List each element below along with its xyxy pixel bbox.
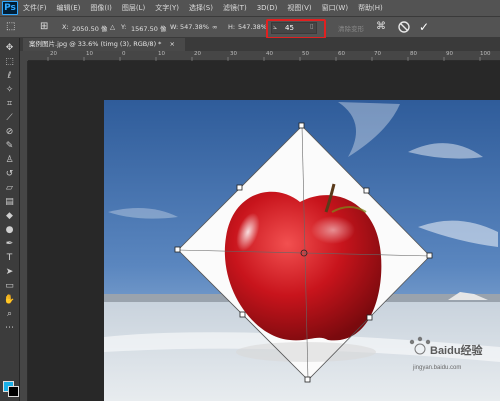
- link-icon[interactable]: ∞: [212, 23, 217, 31]
- menu-layer[interactable]: 图层(L): [117, 3, 150, 13]
- transform-tool-icon[interactable]: ⬚: [6, 21, 15, 33]
- app-logo: Ps: [2, 1, 18, 15]
- commit-transform-icon[interactable]: ✓: [419, 20, 429, 34]
- y-label: Y:: [121, 23, 127, 31]
- ruler-ticks-graphic: [47, 57, 481, 61]
- menu-select[interactable]: 选择(S): [184, 3, 218, 13]
- eraser-tool-icon[interactable]: ▱: [3, 182, 16, 194]
- w-label: W:: [170, 23, 179, 31]
- canvas-area[interactable]: Baidu经验 jingyan.baidu.com: [28, 62, 500, 401]
- more-tools-icon[interactable]: ⋯: [3, 322, 16, 334]
- menu-filter[interactable]: 滤镜(T): [218, 3, 252, 13]
- crop-tool-icon[interactable]: ⌗: [3, 98, 16, 110]
- ruler-tick-label: 100: [480, 51, 491, 57]
- magic-wand-tool-icon[interactable]: ✧: [3, 84, 16, 96]
- warp-mode-icon[interactable]: ⌘: [376, 21, 386, 33]
- menu-bar: Ps 文件(F) 编辑(E) 图像(I) 图层(L) 文字(Y) 选择(S) 滤…: [0, 0, 500, 16]
- document-canvas[interactable]: Baidu经验 jingyan.baidu.com: [28, 62, 500, 401]
- healing-brush-tool-icon[interactable]: ⊘: [3, 126, 16, 138]
- type-tool-icon[interactable]: T: [3, 252, 16, 264]
- move-tool-icon[interactable]: ✥: [3, 42, 16, 54]
- gradient-tool-icon[interactable]: ▤: [3, 196, 16, 208]
- ruler-tick-label: 10: [86, 51, 93, 57]
- eyedropper-tool-icon[interactable]: ⟋: [3, 112, 16, 124]
- menu-image[interactable]: 图像(I): [85, 3, 117, 13]
- ruler-tick-label: 70: [374, 51, 381, 57]
- menu-help[interactable]: 帮助(H): [353, 3, 388, 13]
- ruler-tick-label: 20: [50, 51, 57, 57]
- reference-point-icon[interactable]: ⊞: [40, 21, 48, 33]
- path-selection-tool-icon[interactable]: ➤: [3, 266, 16, 278]
- document-tab[interactable]: 案例图片.jpg @ 33.6% (timg (3), RGB/8) * ×: [23, 38, 185, 51]
- clone-stamp-tool-icon[interactable]: ♙: [3, 154, 16, 166]
- ruler-tick-label: 90: [446, 51, 453, 57]
- y-value[interactable]: 1567.50 像: [131, 23, 166, 33]
- photoshop-window: Ps 文件(F) 编辑(E) 图像(I) 图层(L) 文字(Y) 选择(S) 滤…: [0, 0, 500, 401]
- watermark-subtext: jingyan.baidu.com: [412, 365, 461, 371]
- document-tab-title: 案例图片.jpg @ 33.6% (timg (3), RGB/8) *: [29, 40, 162, 48]
- menu-3d[interactable]: 3D(D): [252, 4, 283, 12]
- pen-tool-icon[interactable]: ✒: [3, 238, 16, 250]
- close-tab-icon[interactable]: ×: [170, 40, 175, 48]
- cancel-transform-icon[interactable]: [397, 20, 411, 34]
- menu-file[interactable]: 文件(F): [18, 3, 52, 13]
- brush-tool-icon[interactable]: ✎: [3, 140, 16, 152]
- options-bar: ⬚ ⊞ X: 2050.50 像 △ Y: 1567.50 像 W: 547.3…: [0, 16, 500, 39]
- watermark-text: Baidu经验: [430, 343, 484, 357]
- ruler-tick-label: 60: [338, 51, 345, 57]
- vertical-ruler[interactable]: [20, 61, 28, 401]
- shape-tool-icon[interactable]: ▭: [3, 280, 16, 292]
- tools-panel: ✥ ⬚ ℓ ✧ ⌗ ⟋ ⊘ ✎ ♙ ↺ ▱ ▤ ◆ ● ✒ T ➤ ▭ ✋ ⌕ …: [0, 38, 20, 401]
- ruler-tick-label: 50: [302, 51, 309, 57]
- ruler-tick-label: 30: [230, 51, 237, 57]
- interpolation-label[interactable]: 清除变形: [338, 23, 364, 33]
- background-color-swatch[interactable]: [8, 386, 19, 397]
- skew-icon[interactable]: ▯: [310, 22, 314, 30]
- history-brush-tool-icon[interactable]: ↺: [3, 168, 16, 180]
- menu-window[interactable]: 窗口(W): [317, 3, 353, 13]
- x-label: X:: [62, 23, 69, 31]
- marquee-tool-icon[interactable]: ⬚: [3, 56, 16, 68]
- ruler-tick-label: 10: [158, 51, 165, 57]
- zoom-tool-icon[interactable]: ⌕: [3, 308, 16, 320]
- menu-type[interactable]: 文字(Y): [150, 3, 184, 13]
- horizontal-ruler[interactable]: 20 10 0 10 20 30 40 50 60 70 80 90 100: [28, 51, 500, 61]
- ruler-corner: [20, 51, 28, 61]
- blur-tool-icon[interactable]: ◆: [3, 210, 16, 222]
- delta-icon[interactable]: △: [110, 23, 115, 31]
- w-value[interactable]: 547.38%: [180, 23, 209, 31]
- h-label: H:: [228, 23, 236, 31]
- ruler-tick-label: 20: [194, 51, 201, 57]
- lasso-tool-icon[interactable]: ℓ: [3, 70, 16, 82]
- menu-view[interactable]: 视图(V): [282, 3, 316, 13]
- h-value[interactable]: 547.38%: [238, 23, 267, 31]
- menu-edit[interactable]: 编辑(E): [52, 3, 86, 13]
- hand-tool-icon[interactable]: ✋: [3, 294, 16, 306]
- document-tab-bar: 案例图片.jpg @ 33.6% (timg (3), RGB/8) * ×: [20, 38, 500, 51]
- x-value[interactable]: 2050.50 像: [72, 23, 107, 33]
- dodge-tool-icon[interactable]: ●: [3, 224, 16, 236]
- ruler-tick-label: 0: [122, 51, 126, 57]
- ruler-tick-label: 40: [266, 51, 273, 57]
- angle-icon: ⦣: [273, 23, 278, 31]
- ruler-tick-label: 80: [410, 51, 417, 57]
